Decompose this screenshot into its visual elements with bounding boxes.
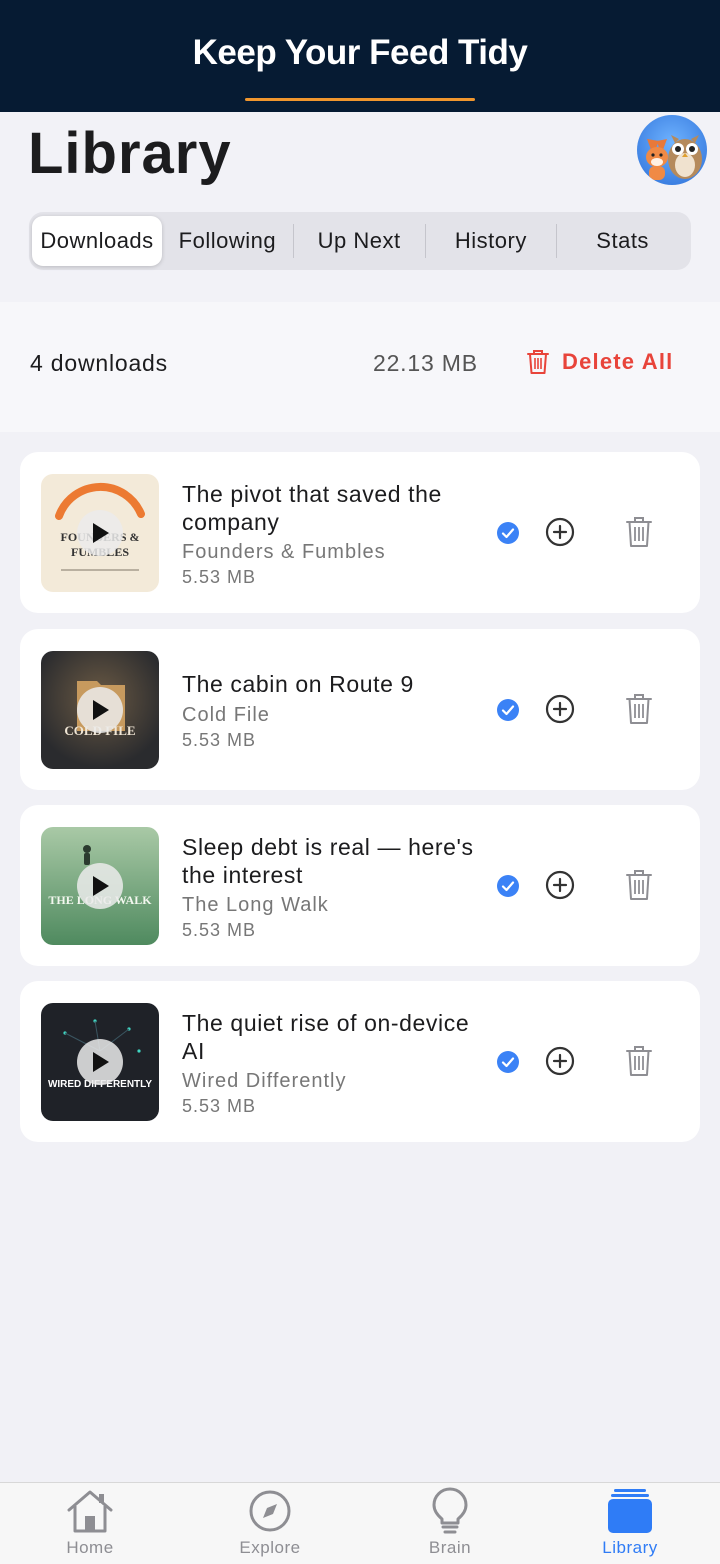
play-icon	[93, 523, 109, 543]
avatar-image	[646, 135, 702, 180]
episode-title[interactable]: The pivot that saved the company	[182, 480, 482, 536]
nav-home-label: Home	[66, 1538, 114, 1557]
episode-artwork[interactable]: WIRED DIFFERENTLY	[41, 1003, 159, 1121]
nav-brain-label: Brain	[428, 1538, 472, 1557]
add-to-queue-icon[interactable]	[544, 693, 576, 725]
delete-all-label: Delete All	[562, 349, 674, 374]
downloaded-check-icon	[497, 522, 519, 544]
home-icon	[67, 1490, 113, 1533]
episode-show: Founders & Fumbles	[182, 541, 386, 563]
tab-up-next[interactable]: Up Next	[294, 216, 425, 266]
episode-size: 5.53 MB	[182, 730, 257, 750]
episode-artwork[interactable]: THE LONG WALK	[41, 827, 159, 945]
tab-following[interactable]: Following	[162, 216, 293, 266]
play-button[interactable]	[77, 1039, 123, 1085]
nav-library[interactable]: Library	[570, 1483, 690, 1564]
downloaded-check-icon	[497, 1051, 519, 1073]
episode-size: 5.53 MB	[182, 920, 257, 940]
add-to-queue-icon[interactable]	[544, 869, 576, 901]
library-header: Library Downloads Following Up Next Hist…	[0, 112, 720, 302]
lightbulb-icon	[432, 1487, 468, 1534]
promo-banner: Keep Your Feed Tidy	[0, 0, 720, 112]
delete-episode-icon[interactable]	[625, 692, 653, 726]
episode-size: 5.53 MB	[182, 567, 257, 587]
page-title: Library	[28, 121, 232, 186]
tab-stats[interactable]: Stats	[557, 216, 688, 266]
play-icon	[93, 700, 109, 720]
nav-brain[interactable]: Brain	[390, 1483, 510, 1564]
delete-episode-icon[interactable]	[625, 868, 653, 902]
play-button[interactable]	[77, 863, 123, 909]
downloaded-check-icon	[497, 699, 519, 721]
compass-icon	[249, 1490, 291, 1532]
nav-explore-label: Explore	[239, 1538, 301, 1557]
play-button[interactable]	[77, 510, 123, 556]
downloads-summary: 4 downloads 22.13 MB Delete All	[0, 302, 720, 432]
delete-episode-icon[interactable]	[625, 515, 653, 549]
add-to-queue-icon[interactable]	[544, 516, 576, 548]
episode-title[interactable]: The cabin on Route 9	[182, 670, 482, 698]
episode-title[interactable]: The quiet rise of on-device AI	[182, 1009, 482, 1065]
episode-show: The Long Walk	[182, 894, 329, 916]
play-icon	[93, 876, 109, 896]
downloads-count: 4 downloads	[30, 350, 168, 376]
delete-episode-icon[interactable]	[625, 1044, 653, 1078]
nav-home[interactable]: Home	[30, 1483, 150, 1564]
downloaded-check-icon	[497, 875, 519, 897]
episode-show: Wired Differently	[182, 1070, 347, 1092]
banner-title: Keep Your Feed Tidy	[192, 33, 528, 72]
download-card[interactable]: THE LONG WALK Sleep debt is real — here'…	[20, 805, 700, 966]
play-icon	[93, 1052, 109, 1072]
download-card[interactable]: COLD FILE The cabin on Route 9 Cold File…	[20, 629, 700, 790]
trash-icon	[527, 350, 549, 374]
tab-downloads[interactable]: Downloads	[32, 216, 162, 266]
nav-explore[interactable]: Explore	[210, 1483, 330, 1564]
banner-underline	[245, 98, 475, 101]
episode-size: 5.53 MB	[182, 1096, 257, 1116]
nav-library-label: Library	[602, 1538, 658, 1557]
download-card[interactable]: WIRED DIFFERENTLY The quiet rise of on-d…	[20, 981, 700, 1142]
episode-title[interactable]: Sleep debt is real — here's the interest	[182, 833, 482, 889]
add-to-queue-icon[interactable]	[544, 1045, 576, 1077]
avatar[interactable]	[637, 115, 707, 185]
episode-artwork[interactable]: FOUNDERS & FUMBLES	[41, 474, 159, 592]
play-button[interactable]	[77, 687, 123, 733]
library-segmented-control: Downloads Following Up Next History Stat…	[29, 212, 691, 270]
downloads-total-size: 22.13 MB	[373, 350, 478, 376]
episode-artwork[interactable]: COLD FILE	[41, 651, 159, 769]
tab-history[interactable]: History	[426, 216, 557, 266]
delete-all-button[interactable]: Delete All	[526, 348, 673, 376]
bottom-tab-bar: Home Explore Brain Library	[0, 1482, 720, 1564]
download-card[interactable]: FOUNDERS & FUMBLES The pivot that saved …	[20, 452, 700, 613]
episode-show: Cold File	[182, 704, 270, 726]
library-icon	[608, 1489, 652, 1533]
